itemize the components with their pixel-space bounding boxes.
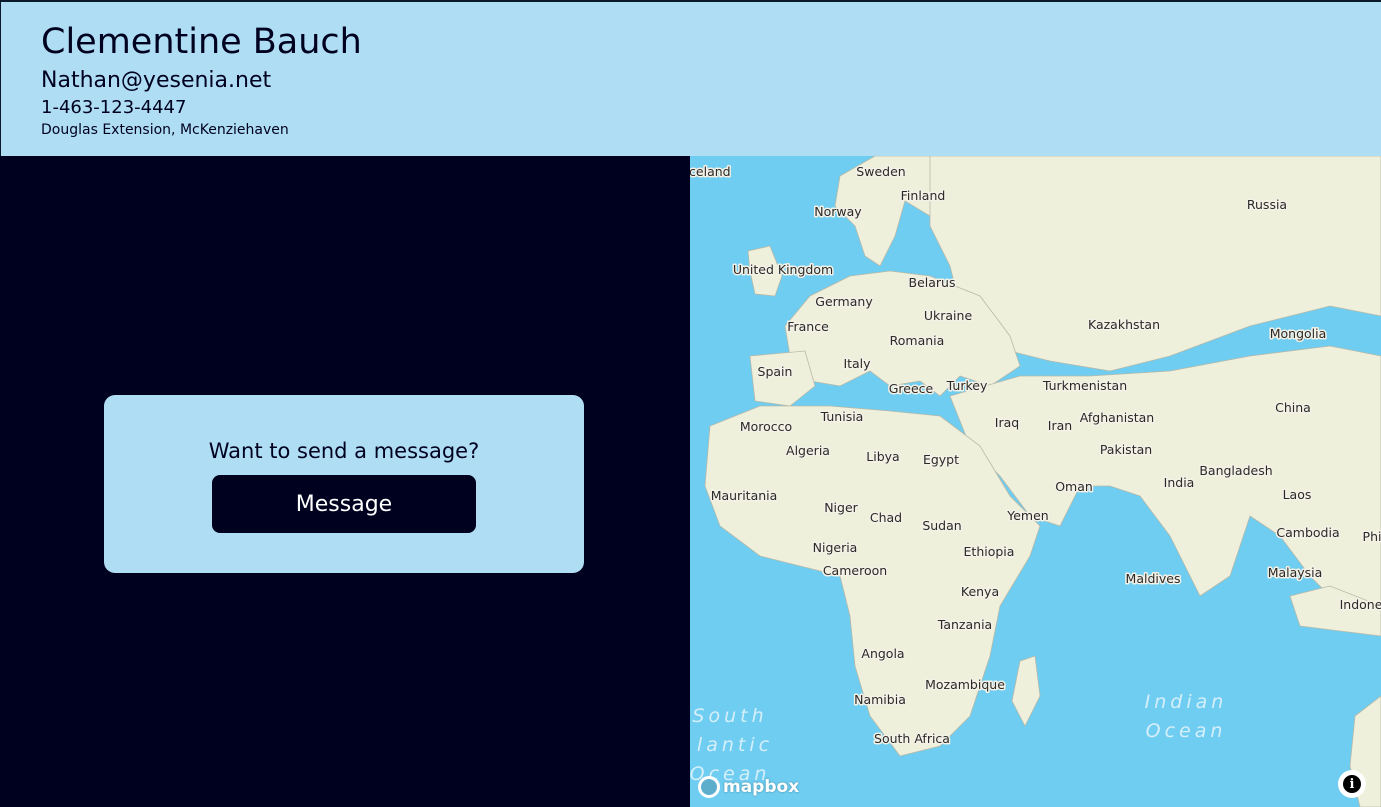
- label-algeria: Algeria: [786, 443, 830, 458]
- label-greece: Greece: [889, 381, 934, 396]
- profile-name: Clementine Bauch: [41, 22, 362, 62]
- label-mauritania: Mauritania: [711, 488, 778, 503]
- label-angola: Angola: [861, 646, 904, 661]
- message-prompt: Want to send a message?: [208, 439, 480, 463]
- label-india: India: [1164, 475, 1195, 490]
- label-niger: Niger: [824, 500, 858, 515]
- label-kenya: Kenya: [961, 584, 999, 599]
- label-china: China: [1275, 400, 1311, 415]
- label-russia: Russia: [1247, 197, 1287, 212]
- label-namibia: Namibia: [854, 692, 906, 707]
- label-mongolia: Mongolia: [1270, 326, 1327, 341]
- label-libya: Libya: [866, 449, 899, 464]
- label-belarus: Belarus: [909, 275, 956, 290]
- label-turkey: Turkey: [946, 378, 988, 393]
- label-italy: Italy: [843, 356, 871, 371]
- label-pakistan: Pakistan: [1100, 442, 1152, 457]
- label-united-kingdom: United Kingdom: [733, 262, 833, 277]
- message-panel: Want to send a message? Message: [0, 156, 690, 807]
- mapbox-logo-icon: [698, 776, 720, 798]
- label-sudan: Sudan: [922, 518, 961, 533]
- mapbox-logo[interactable]: mapbox: [698, 776, 799, 798]
- label-oman: Oman: [1055, 479, 1093, 494]
- label-cambodia: Cambodia: [1276, 525, 1339, 540]
- label-yemen: Yemen: [1006, 508, 1048, 523]
- label-ocean-indian: Indian: [1145, 691, 1228, 713]
- label-chad: Chad: [870, 510, 902, 525]
- label-cameroon: Cameroon: [823, 563, 887, 578]
- label-south-africa: South Africa: [874, 731, 950, 746]
- label-france: France: [787, 319, 829, 334]
- map-view[interactable]: Iceland Sweden Finland Norway Russia Uni…: [690, 156, 1381, 807]
- label-ocean-south: South: [692, 705, 767, 727]
- map-canvas[interactable]: Iceland Sweden Finland Norway Russia Uni…: [690, 156, 1381, 807]
- label-germany: Germany: [815, 294, 873, 309]
- label-egypt: Egypt: [923, 452, 959, 467]
- label-bangladesh: Bangladesh: [1199, 463, 1272, 478]
- label-spain: Spain: [758, 364, 793, 379]
- label-ethiopia: Ethiopia: [964, 544, 1015, 559]
- label-nigeria: Nigeria: [813, 540, 858, 555]
- profile-phone: 1-463-123-4447: [41, 97, 187, 118]
- label-ocean-atlantic: lantic: [697, 734, 773, 756]
- message-card: Want to send a message? Message: [104, 395, 584, 573]
- label-kazakhstan: Kazakhstan: [1088, 317, 1160, 332]
- profile-email: Nathan@yesenia.net: [41, 68, 272, 93]
- label-mozambique: Mozambique: [925, 677, 1005, 692]
- label-ocean-indian-ocean: Ocean: [1146, 720, 1227, 742]
- label-afghanistan: Afghanistan: [1080, 410, 1154, 425]
- label-turkmenistan: Turkmenistan: [1042, 378, 1127, 393]
- profile-header: Clementine Bauch Nathan@yesenia.net 1-46…: [0, 0, 1381, 156]
- label-tunisia: Tunisia: [820, 409, 864, 424]
- label-maldives: Maldives: [1126, 571, 1181, 586]
- label-malaysia: Malaysia: [1268, 565, 1323, 580]
- profile-address: Douglas Extension, McKenziehaven: [41, 122, 289, 138]
- map-info-button[interactable]: i: [1338, 770, 1366, 798]
- label-iceland: Iceland: [690, 164, 731, 179]
- label-finland: Finland: [901, 188, 946, 203]
- label-indonesia: Indone: [1340, 597, 1381, 612]
- label-sweden: Sweden: [856, 164, 905, 179]
- mapbox-logo-text: mapbox: [723, 777, 800, 797]
- label-iraq: Iraq: [995, 415, 1019, 430]
- label-laos: Laos: [1283, 487, 1312, 502]
- label-norway: Norway: [814, 204, 862, 219]
- label-tanzania: Tanzania: [937, 617, 992, 632]
- label-ukraine: Ukraine: [924, 308, 973, 323]
- message-button[interactable]: Message: [212, 475, 476, 533]
- label-philippines: Phi: [1363, 529, 1381, 544]
- label-iran: Iran: [1048, 418, 1072, 433]
- info-icon: i: [1343, 775, 1361, 793]
- label-morocco: Morocco: [740, 419, 792, 434]
- label-romania: Romania: [890, 333, 945, 348]
